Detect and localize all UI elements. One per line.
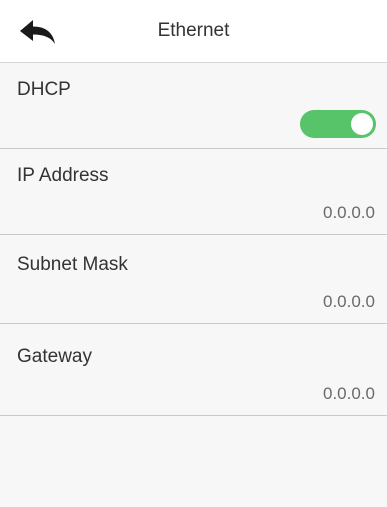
dhcp-label: DHCP: [17, 79, 71, 100]
subnet-mask-row[interactable]: Subnet Mask 0.0.0.0: [0, 238, 387, 324]
subnet-mask-value: 0.0.0.0: [323, 292, 375, 311]
page-title: Ethernet: [157, 20, 230, 41]
gateway-label: Gateway: [17, 346, 92, 367]
ip-address-row[interactable]: IP Address 0.0.0.0: [0, 149, 387, 235]
subnet-mask-label: Subnet Mask: [17, 254, 128, 275]
toggle-knob: [351, 113, 373, 135]
ip-address-label: IP Address: [17, 165, 109, 186]
ip-address-value: 0.0.0.0: [323, 203, 375, 222]
gateway-row[interactable]: Gateway 0.0.0.0: [0, 330, 387, 416]
dhcp-row[interactable]: DHCP: [0, 63, 387, 149]
gateway-value: 0.0.0.0: [323, 384, 375, 403]
header-bar: Ethernet: [0, 0, 387, 63]
dhcp-toggle[interactable]: [300, 110, 376, 138]
